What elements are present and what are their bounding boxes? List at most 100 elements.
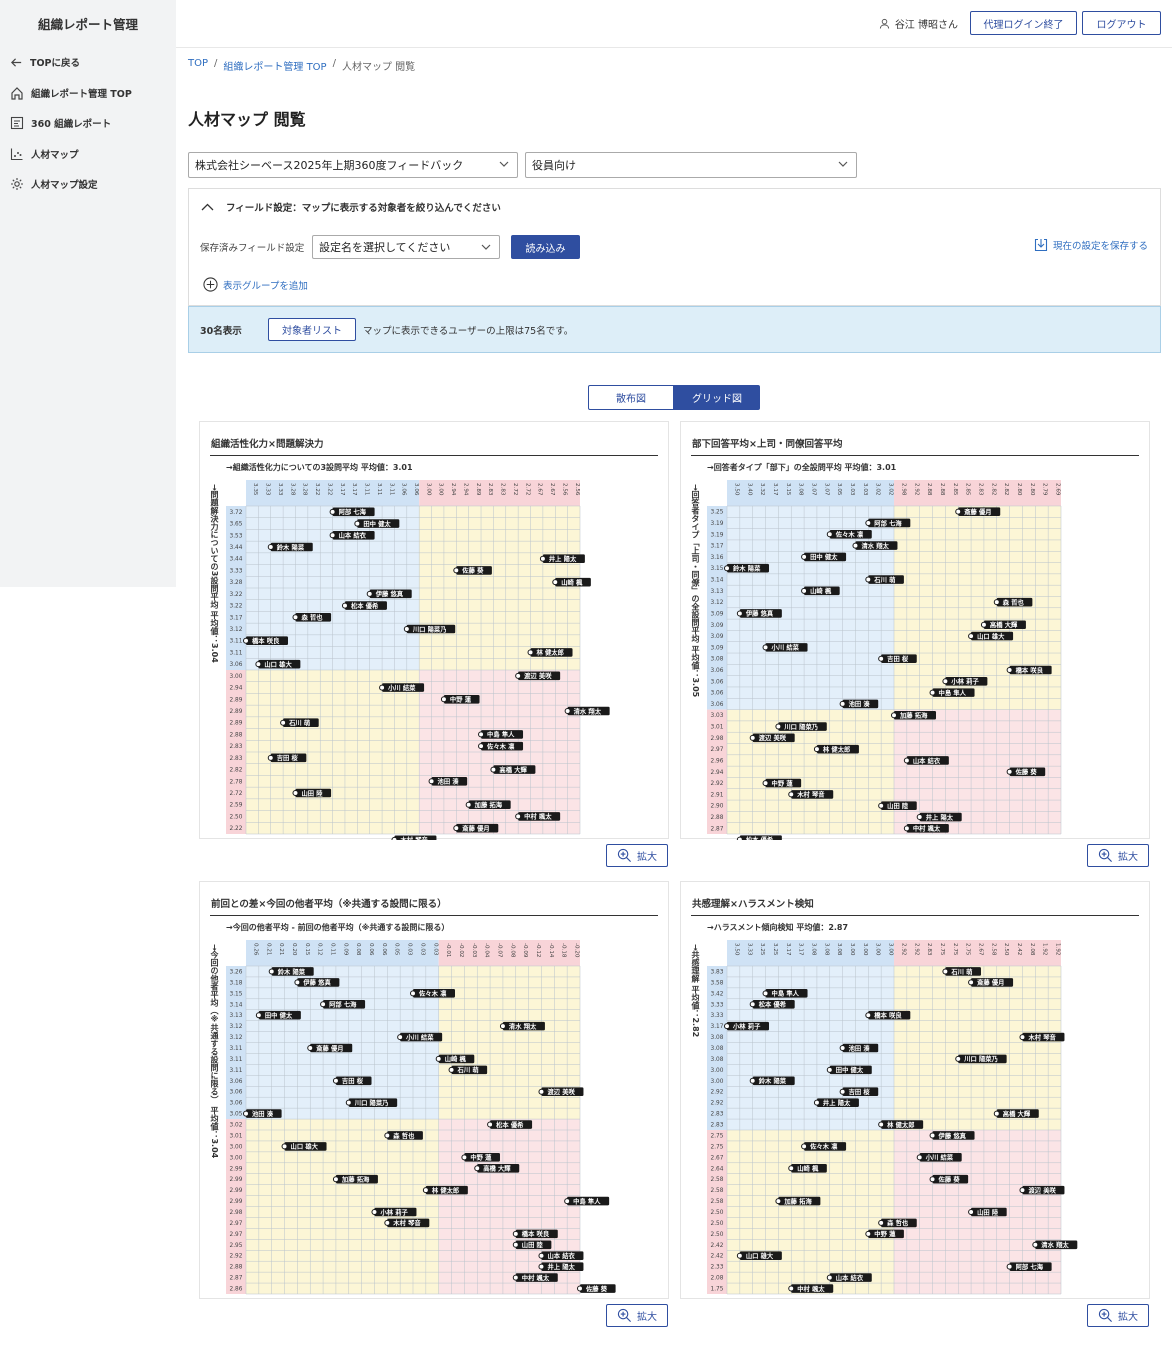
breadcrumb-report-top[interactable]: 組織レポート管理 TOP [223, 58, 326, 73]
person-name: 吉田 桜 [277, 753, 299, 762]
person-dot [749, 1077, 756, 1084]
person-name: 中野 蓮 [772, 778, 794, 787]
person-dot [993, 1110, 1000, 1117]
grid-chart: 3.35 3.33 3.33 3.28 3.28 3.22 3.22 3.17 3.17 3.11… [226, 480, 610, 840]
person-marker: 佐々木 凛 [801, 1142, 847, 1151]
person-name: 木村 琴音 [1027, 1032, 1056, 1041]
person-marker: 小川 結菜 [379, 683, 425, 692]
audience-select-value: 役員向け [532, 159, 576, 172]
person-dot [1006, 1263, 1013, 1270]
y-tick-label: 3.33 [230, 568, 243, 574]
person-dot [903, 757, 910, 764]
survey-select[interactable]: 株式会社シーベース2025年上期360度フィードバック [188, 152, 518, 178]
person-name: 山崎 楓 [797, 1164, 819, 1173]
person-dot [968, 979, 975, 986]
save-current-settings-link[interactable]: 現在の設定を保存する [1034, 238, 1148, 252]
y-tick-label: 3.14 [230, 1002, 243, 1008]
zoom-button[interactable]: 拡大 [1087, 844, 1149, 867]
x-tick-label: 2.79 [1042, 483, 1048, 496]
breadcrumb-top[interactable]: TOP [188, 58, 208, 73]
person-marker: 鈴木 陽菜 [267, 542, 313, 552]
x-tick-label: -0.04 [484, 943, 490, 958]
x-tick-label: 0.09 [342, 943, 348, 956]
arrow-left-icon [11, 57, 22, 67]
y-tick-label: 3.83 [711, 969, 724, 975]
x-tick-label: 3.02 [875, 483, 881, 495]
person-marker: 中野 蓮 [865, 1229, 904, 1239]
x-tick-label: 2.67 [549, 483, 555, 496]
x-tick-label: 3.32 [759, 483, 765, 495]
person-dot [1019, 1187, 1026, 1194]
y-tick-label: 3.44 [230, 545, 243, 551]
sidebar-item-label: 360 組織レポート [31, 119, 112, 130]
person-marker: 山田 陸 [878, 801, 917, 811]
person-dot [564, 1198, 571, 1205]
x-tick-label: -0.02 [458, 943, 464, 957]
person-dot [788, 791, 795, 798]
add-display-group-link[interactable]: 表示グループを追加 [203, 277, 308, 292]
load-button[interactable]: 読み込み [511, 235, 580, 259]
saved-settings-select[interactable]: 設定名を選択してください [312, 235, 500, 259]
y-tick-label: 2.58 [711, 1177, 724, 1183]
audience-select[interactable]: 役員向け [525, 152, 857, 178]
y-tick-label: 3.33 [711, 1002, 724, 1008]
person-dot [865, 519, 872, 526]
y-tick-label: 3.17 [711, 544, 724, 550]
x-tick-label: 0.08 [355, 943, 361, 956]
y-tick-label: 3.06 [711, 691, 724, 697]
person-dot [865, 1012, 872, 1019]
y-tick-label: 2.97 [230, 1221, 243, 1227]
person-marker: 阿部 七海 [1006, 1262, 1052, 1271]
y-tick-label: 2.95 [230, 1243, 243, 1249]
person-dot [993, 599, 1000, 606]
scatter-view-tab[interactable]: 散布図 [588, 385, 674, 410]
logout-button[interactable]: ログアウト [1082, 11, 1161, 35]
sidebar-item-report-top[interactable]: 組織レポート管理 TOP [0, 78, 176, 108]
person-marker: 渡辺 美咲 [515, 671, 561, 681]
person-dot [512, 1230, 519, 1237]
sidebar-item-back-to-top[interactable]: TOPに戻る [0, 47, 176, 77]
person-name: 小川 結菜 [771, 643, 800, 652]
person-marker: 斎藤 優月 [453, 823, 499, 833]
person-dot [512, 1241, 519, 1248]
grid-view-tab[interactable]: グリッド図 [674, 385, 760, 410]
field-settings-toggle[interactable]: フィールド設定：マップに表示する対象者を絞り込んでください [201, 200, 501, 214]
y-tick-label: 2.91 [711, 792, 724, 798]
person-dot [762, 780, 769, 787]
x-tick-label: 2.88 [926, 483, 932, 496]
zoom-button[interactable]: 拡大 [606, 1304, 668, 1327]
sidebar-item-label: 人材マップ [31, 150, 79, 161]
zoom-button[interactable]: 拡大 [606, 844, 668, 867]
home-icon [11, 87, 23, 100]
person-dot [410, 990, 416, 997]
person-dot [453, 825, 460, 832]
person-name: 石川 萌 [457, 1065, 480, 1074]
x-axis-label: →ハラスメント傾向検知 平均値：2.87 [707, 923, 849, 932]
y-tick-label: 2.96 [711, 758, 724, 764]
proxy-logout-button[interactable]: 代理ログイン終了 [970, 11, 1077, 35]
person-dot [512, 1274, 519, 1281]
target-list-button[interactable]: 対象者リスト [268, 318, 356, 341]
person-name: 橋本 咲良 [1016, 665, 1044, 674]
person-name: 山田 陸 [301, 788, 323, 797]
x-tick-label: 3.03 [849, 483, 855, 496]
zoom-button[interactable]: 拡大 [1087, 1304, 1149, 1327]
y-tick-label: 2.99 [230, 1188, 243, 1194]
person-name: 中野 蓮 [470, 1153, 492, 1162]
person-name: 小川 結菜 [405, 1032, 434, 1041]
person-dot [255, 661, 262, 668]
person-dot [968, 1209, 975, 1215]
sidebar-item-360-report[interactable]: 360 組織レポート [0, 108, 176, 138]
x-tick-label: 2.94 [450, 483, 456, 496]
y-tick-label: 2.87 [230, 1276, 243, 1282]
person-marker: 阿部 七海 [865, 518, 911, 528]
person-dot [255, 1012, 262, 1019]
person-dot [749, 734, 756, 741]
x-tick-label: 3.25 [759, 943, 765, 956]
y-tick-label: 2.78 [230, 779, 243, 785]
person-name: 田中 健太 [836, 1065, 864, 1074]
sidebar-item-talent-map[interactable]: 人材マップ [0, 139, 176, 169]
person-name: 森 哲也 [887, 1218, 909, 1227]
sidebar-item-talent-map-settings[interactable]: 人材マップ設定 [0, 169, 176, 199]
person-dot [788, 1285, 795, 1292]
